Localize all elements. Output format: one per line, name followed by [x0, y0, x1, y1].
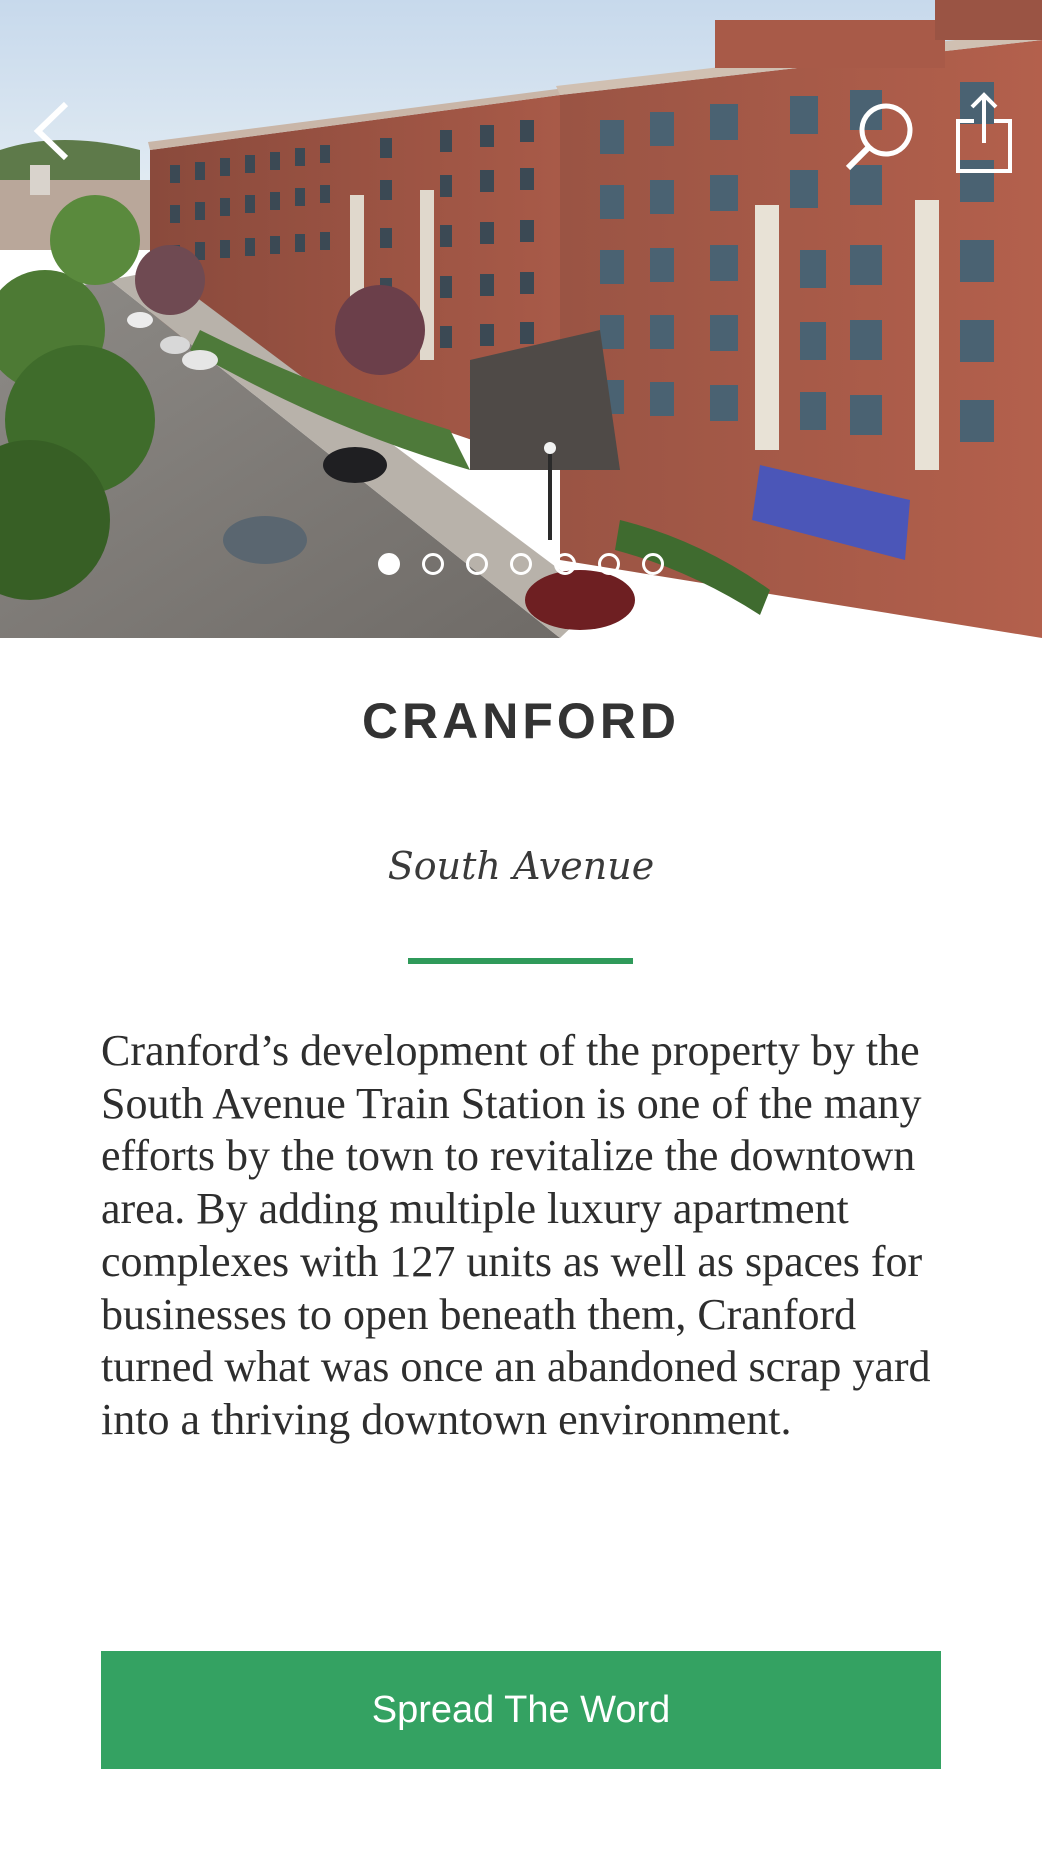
carousel-dot-4[interactable]	[510, 553, 532, 575]
carousel-dot-5[interactable]	[554, 553, 576, 575]
chevron-left-icon	[33, 101, 69, 161]
search-icon	[845, 103, 913, 171]
hero-image-carousel[interactable]	[0, 0, 1042, 638]
carousel-pagination	[0, 553, 1042, 577]
share-button[interactable]	[948, 88, 1020, 178]
carousel-dot-7[interactable]	[642, 553, 664, 575]
page-title: CRANFORD	[361, 693, 681, 749]
accent-divider	[408, 958, 633, 964]
back-button[interactable]	[22, 96, 82, 166]
carousel-dot-3[interactable]	[466, 553, 488, 575]
carousel-dot-6[interactable]	[598, 553, 620, 575]
spread-the-word-button[interactable]: Spread The Word	[101, 1651, 941, 1769]
location-subtitle: South Avenue	[387, 844, 655, 888]
share-icon	[956, 92, 1012, 173]
description-text: Cranford’s development of the property b…	[101, 1026, 931, 1444]
carousel-dot-2[interactable]	[422, 553, 444, 575]
carousel-dot-1[interactable]	[378, 553, 400, 575]
search-button[interactable]	[840, 96, 920, 176]
